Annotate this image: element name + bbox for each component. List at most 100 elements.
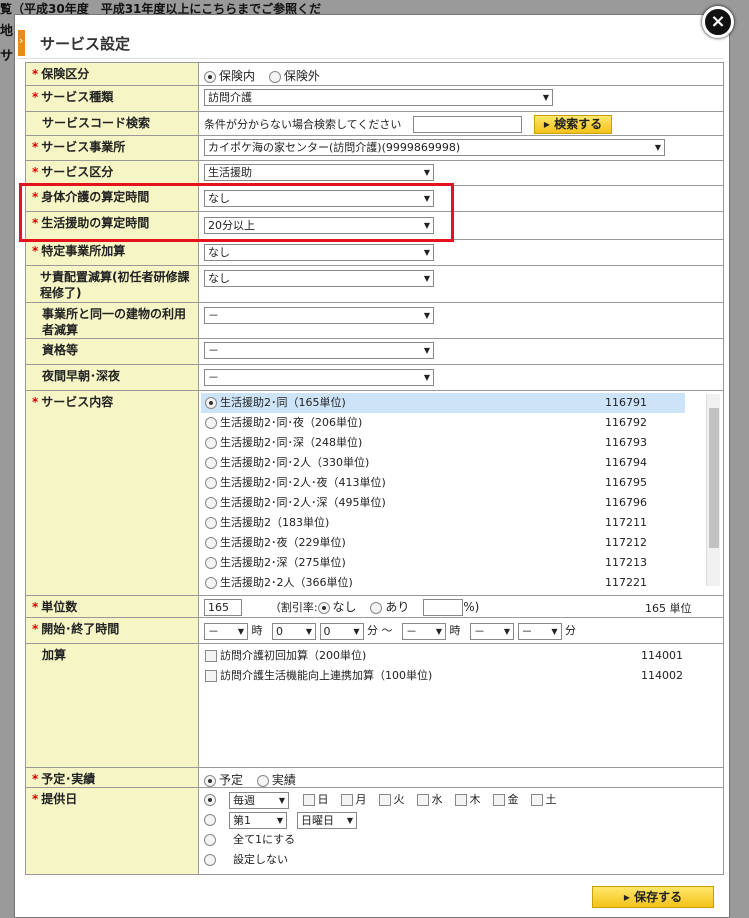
unit-label: 分 bbox=[565, 624, 576, 637]
day-label: 金 bbox=[507, 793, 519, 806]
radio-nth[interactable] bbox=[204, 814, 216, 826]
start-min1-select[interactable]: 0 bbox=[319, 622, 364, 640]
radio-actual[interactable] bbox=[256, 774, 269, 787]
radio[interactable] bbox=[205, 437, 217, 449]
weekday-1[interactable]: 月 bbox=[340, 793, 367, 806]
service-content-item[interactable]: 生活援助2･同･深（248単位) 116793 bbox=[201, 433, 685, 453]
label: 夜間早朝･深夜 bbox=[42, 369, 121, 383]
checkbox[interactable] bbox=[378, 794, 391, 806]
row-staff-reduction: サ責配置減算(初任者研修課程修了) なし bbox=[26, 266, 723, 303]
service-content-item[interactable]: 生活援助2･夜（229単位) 117212 bbox=[201, 533, 685, 553]
radio[interactable] bbox=[205, 477, 217, 489]
specific-office-select[interactable]: なし bbox=[204, 244, 434, 261]
weekday-6[interactable]: 土 bbox=[530, 793, 557, 806]
checkbox[interactable] bbox=[205, 670, 217, 682]
end-min10-select[interactable]: － bbox=[470, 622, 514, 640]
code-search-input[interactable] bbox=[413, 116, 523, 133]
radio-discount-none[interactable] bbox=[317, 601, 330, 614]
service-content-item[interactable]: 生活援助2･同･夜（206単位) 116792 bbox=[201, 413, 685, 433]
search-button[interactable]: ▸ 検索する bbox=[534, 115, 612, 134]
weekday-5[interactable]: 金 bbox=[492, 793, 519, 806]
weekly-select[interactable]: 毎週 bbox=[229, 791, 289, 809]
service-type-select[interactable]: 訪問介護 bbox=[204, 89, 553, 106]
night-select[interactable]: － bbox=[204, 369, 434, 386]
background-text: サ bbox=[0, 49, 14, 64]
addition-item[interactable]: 訪問介護生活機能向上連携加算（100単位) 114002 bbox=[201, 666, 723, 686]
addition-item[interactable]: 訪問介護初回加算（200単位) 114001 bbox=[201, 646, 723, 666]
radio-weekly[interactable] bbox=[204, 794, 216, 806]
radio[interactable] bbox=[205, 417, 217, 429]
row-qualification: 資格等 － bbox=[26, 339, 723, 365]
label: 特定事業所加算 bbox=[41, 244, 126, 258]
weekday-select[interactable]: 日曜日 bbox=[297, 811, 357, 829]
scrollbar[interactable] bbox=[706, 394, 720, 586]
save-button[interactable]: ▸ 保存する bbox=[592, 886, 714, 908]
start-min10-select[interactable]: 0 bbox=[272, 622, 316, 640]
item-code: 114001 bbox=[641, 649, 683, 662]
weekday-4[interactable]: 木 bbox=[454, 793, 481, 806]
checkbox[interactable] bbox=[340, 794, 353, 806]
end-hour-select[interactable]: － bbox=[402, 622, 446, 640]
label: サービス種類 bbox=[41, 90, 114, 104]
item-label: 生活援助2･同･夜（206単位) bbox=[220, 416, 363, 429]
service-content-list: 生活援助2･同（165単位) 116791 生活援助2･同･夜（206単位) 1167… bbox=[201, 393, 685, 593]
office-select[interactable]: カイポケ海の家センター(訪問介護)(9999869998) bbox=[204, 139, 665, 156]
radio-plan[interactable] bbox=[204, 774, 216, 787]
item-code: 117211 bbox=[605, 516, 647, 529]
service-content-item[interactable]: 生活援助2･同（165単位) 116791 bbox=[201, 393, 685, 413]
units-total: 165 単位 bbox=[645, 602, 692, 615]
weekday-3[interactable]: 水 bbox=[416, 793, 443, 806]
radio-not-set[interactable] bbox=[204, 854, 216, 866]
radio[interactable] bbox=[205, 517, 217, 529]
checkbox[interactable] bbox=[416, 794, 429, 806]
units-input[interactable]: 165 bbox=[204, 599, 242, 616]
weekday-0[interactable]: 日 bbox=[302, 793, 329, 806]
category-select[interactable]: 生活援助 bbox=[204, 164, 434, 181]
checkbox[interactable] bbox=[454, 794, 467, 806]
radio[interactable] bbox=[205, 557, 217, 569]
service-content-item[interactable]: 生活援助2（183単位) 117211 bbox=[201, 513, 685, 533]
radio[interactable] bbox=[205, 537, 217, 549]
checkbox[interactable] bbox=[302, 794, 315, 806]
service-content-item[interactable]: 生活援助2･深（275単位) 117213 bbox=[201, 553, 685, 573]
staff-reduction-select[interactable]: なし bbox=[204, 270, 434, 287]
percent-label: %) bbox=[463, 600, 480, 614]
row-service-date: *提供日 毎週 日月火水木金土 第1日曜日 全て1にする 設定しない bbox=[26, 788, 723, 874]
discount-input[interactable] bbox=[423, 599, 464, 616]
service-content-item[interactable]: 生活援助2･同･2人･夜（413単位) 116795 bbox=[201, 473, 685, 493]
day-label: 日 bbox=[317, 793, 329, 806]
radio-all1[interactable] bbox=[204, 834, 216, 846]
radio-insured[interactable] bbox=[204, 70, 216, 83]
row-same-building: 事業所と同一の建物の利用者減算 － bbox=[26, 303, 723, 339]
label: 提供日 bbox=[41, 792, 78, 806]
qualification-select[interactable]: － bbox=[204, 342, 434, 359]
item-code: 116791 bbox=[605, 396, 647, 409]
radio[interactable] bbox=[205, 457, 217, 469]
day-label: 水 bbox=[431, 793, 443, 806]
row-service-type: * サービス種類 訪問介護 bbox=[26, 86, 723, 112]
end-min1-select[interactable]: － bbox=[517, 622, 562, 640]
day-label: 土 bbox=[545, 793, 557, 806]
row-night: 夜間早朝･深夜 － bbox=[26, 365, 723, 391]
radio-discount-yes[interactable] bbox=[370, 601, 383, 614]
weekday-2[interactable]: 火 bbox=[378, 793, 405, 806]
service-content-item[interactable]: 生活援助2･同･2人（330単位) 116794 bbox=[201, 453, 685, 473]
start-hour-select[interactable]: － bbox=[204, 622, 248, 640]
service-content-item[interactable]: 生活援助2･2人（366単位) 117221 bbox=[201, 573, 685, 593]
radio-uninsured[interactable] bbox=[268, 70, 281, 83]
close-button[interactable]: × bbox=[702, 6, 734, 38]
checkbox[interactable] bbox=[205, 650, 217, 662]
background-text: 地 bbox=[0, 24, 14, 39]
radio[interactable] bbox=[205, 397, 217, 409]
radio[interactable] bbox=[205, 497, 217, 509]
label: サービス区分 bbox=[41, 165, 114, 179]
same-building-select[interactable]: － bbox=[204, 307, 434, 324]
item-code: 117212 bbox=[605, 536, 647, 549]
label: 加算 bbox=[42, 648, 67, 662]
checkbox[interactable] bbox=[530, 794, 543, 806]
radio[interactable] bbox=[205, 577, 217, 589]
item-code: 116793 bbox=[605, 436, 647, 449]
nth-select[interactable]: 第1 bbox=[229, 811, 287, 829]
service-content-item[interactable]: 生活援助2･同･2人･深（495単位) 116796 bbox=[201, 493, 685, 513]
checkbox[interactable] bbox=[492, 794, 505, 806]
